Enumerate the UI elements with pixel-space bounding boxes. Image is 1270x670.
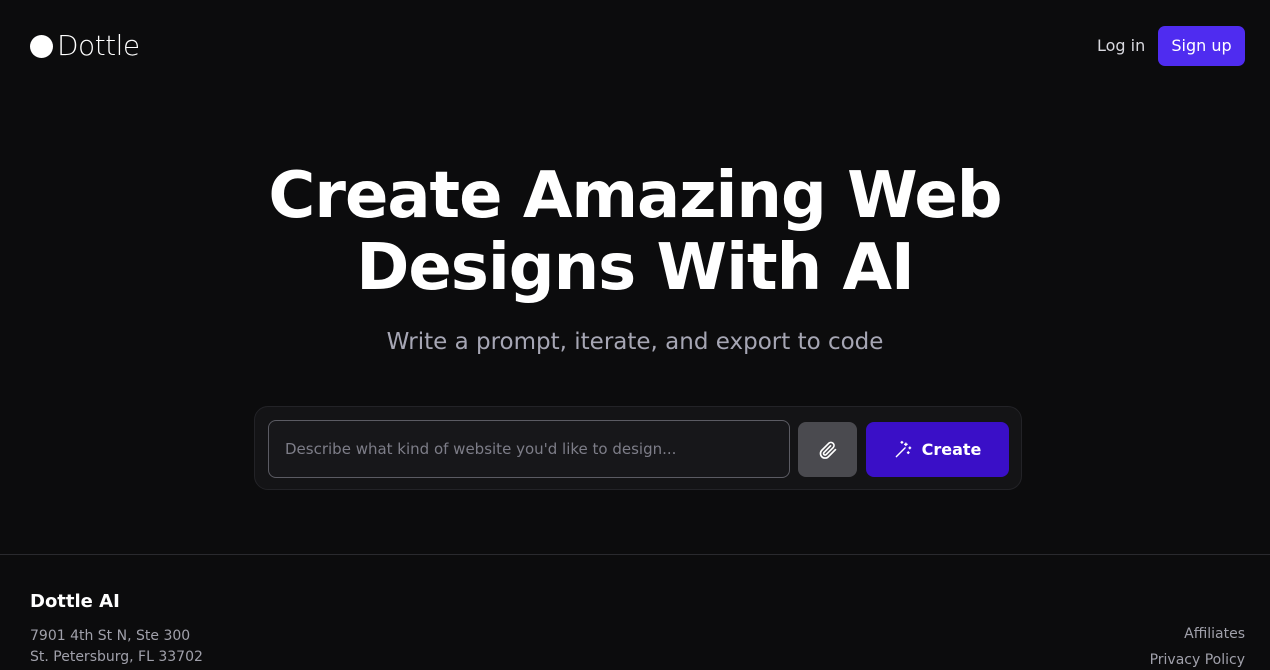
footer-brand: Dottle AI [30,591,120,612]
site-header: Dottle Log in Sign up [0,0,1270,92]
create-button-label: Create [921,440,982,459]
logo-dot-icon [30,34,53,58]
paperclip-icon [819,441,836,459]
magic-wand-icon [895,440,911,458]
hero-title-line-1: Create Amazing Web [268,159,1002,233]
hero-subtitle: Write a prompt, iterate, and export to c… [386,329,884,355]
logo[interactable]: Dottle [30,31,140,61]
hero-title-line-2: Designs With AI [356,231,915,305]
login-link[interactable]: Log in [1088,33,1154,59]
attach-button[interactable] [798,422,857,477]
footer-link-privacy-policy[interactable]: Privacy Policy [1150,650,1245,670]
logo-text: Dottle [57,29,140,62]
signup-button[interactable]: Sign up [1158,26,1245,66]
prompt-panel: Create [254,406,1022,490]
footer-address-line-2: St. Petersburg, FL 33702 [30,649,203,665]
hero-title: Create Amazing Web Designs With AI [0,160,1270,304]
prompt-input[interactable] [268,420,790,478]
footer-address-line-1: 7901 4th St N, Ste 300 [30,628,191,644]
footer-divider [0,554,1270,555]
create-button[interactable]: Create [866,422,1009,477]
footer-link-affiliates[interactable]: Affiliates [1184,624,1245,644]
